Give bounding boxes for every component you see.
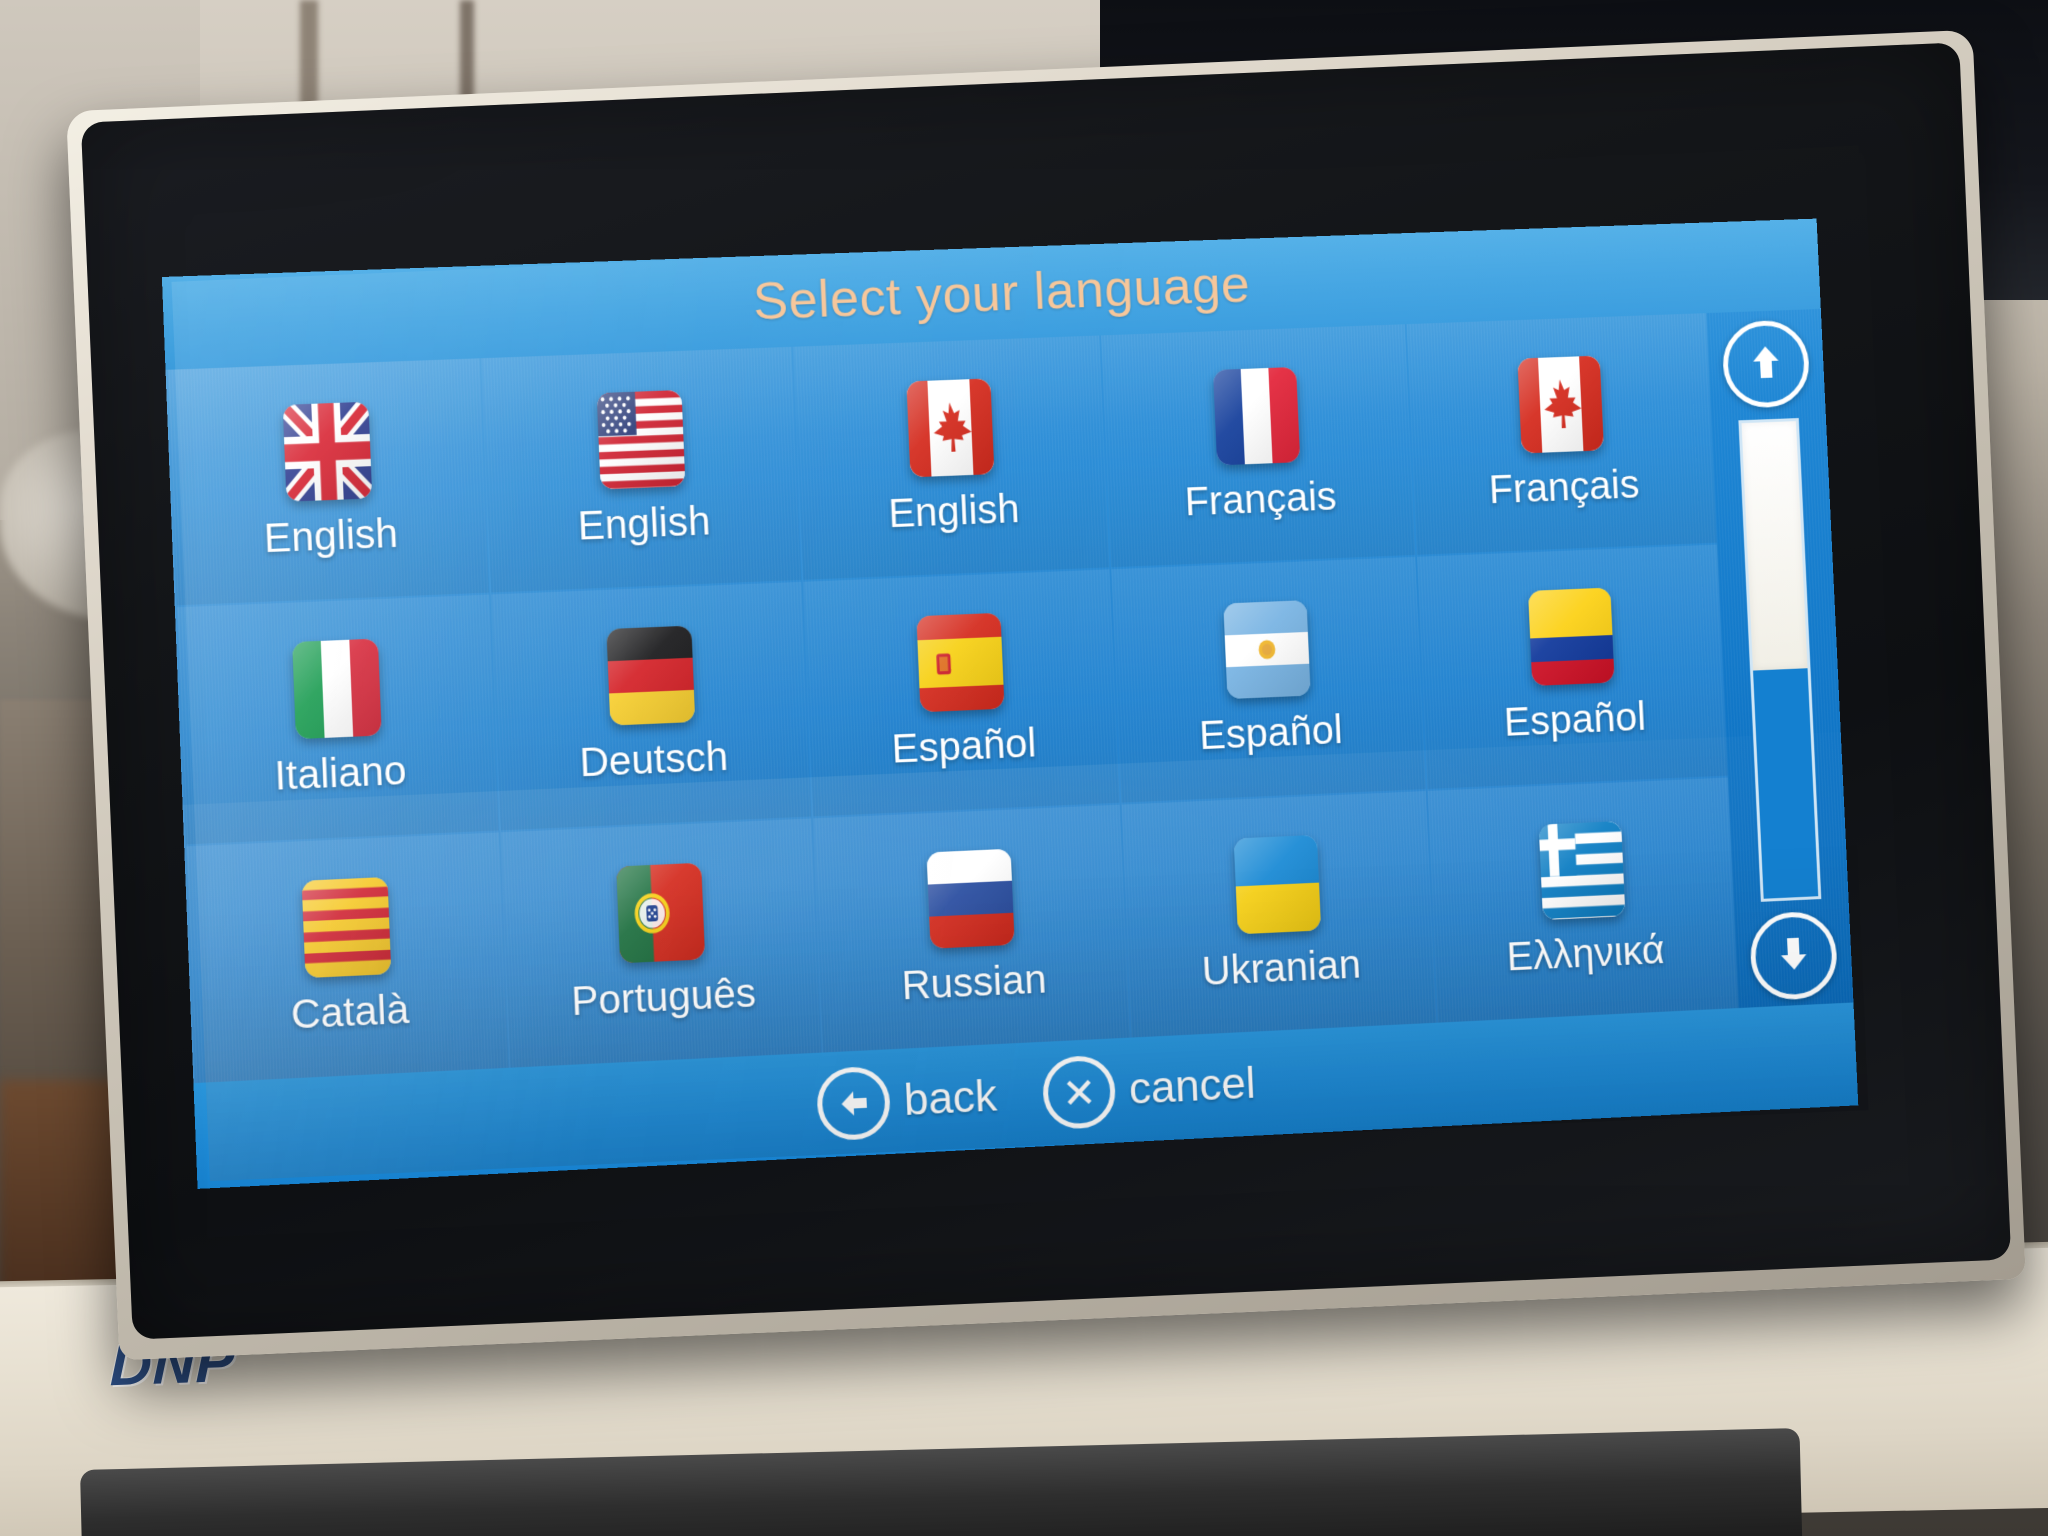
russia-flag	[926, 848, 1015, 949]
lcd-screen: Select your language English English Eng…	[161, 218, 1859, 1189]
france-flag	[1213, 367, 1301, 466]
language-grid: English English English Français Françai…	[165, 313, 1739, 1084]
language-cell[interactable]: Español	[803, 569, 1120, 817]
canada-flag	[1517, 355, 1604, 454]
touchscreen-monitor: Select your language English English Eng…	[40, 29, 2026, 1361]
language-cell[interactable]: Ελληνικά	[1427, 777, 1739, 1023]
canada-flag	[906, 379, 995, 478]
language-label: Ελληνικά	[1505, 928, 1666, 980]
content-area: English English English Français Françai…	[165, 308, 1854, 1084]
language-label: Russian	[900, 957, 1048, 1009]
language-label: Español	[890, 721, 1038, 773]
language-label: Español	[1198, 708, 1344, 759]
cancel-button[interactable]: cancel	[1041, 1048, 1258, 1131]
greece-flag	[1538, 820, 1626, 920]
arrow-up-icon	[1746, 341, 1787, 387]
language-cell[interactable]: Català	[186, 832, 509, 1083]
scroll-thumb[interactable]	[1741, 421, 1808, 671]
language-cell[interactable]: English	[482, 346, 802, 593]
language-label: Català	[290, 987, 411, 1038]
language-cell[interactable]: Français	[1101, 324, 1415, 568]
language-label: Ukranian	[1201, 942, 1362, 994]
language-cell[interactable]: Español	[1416, 544, 1728, 789]
page-title: Select your language	[751, 255, 1252, 332]
language-label: Français	[1488, 462, 1641, 513]
photo-scene: DNP Select your language English English…	[0, 0, 2048, 1536]
language-label: Italiano	[273, 749, 408, 800]
back-button[interactable]: back	[815, 1060, 999, 1142]
language-cell[interactable]: English	[793, 335, 1110, 581]
close-circle-icon	[1041, 1054, 1117, 1131]
language-cell[interactable]: Italiano	[176, 594, 500, 845]
colombia-flag	[1527, 588, 1615, 687]
back-button-label: back	[902, 1071, 999, 1126]
cancel-button-label: cancel	[1127, 1058, 1257, 1114]
language-label: English	[263, 511, 399, 562]
language-cell[interactable]: Deutsch	[491, 582, 812, 830]
catalonia-flag	[301, 876, 392, 978]
scroll-down-button[interactable]	[1748, 910, 1839, 1002]
arrow-down-icon	[1773, 933, 1814, 979]
portugal-flag	[615, 862, 705, 964]
arrow-left-circle-icon	[815, 1065, 892, 1142]
language-label: Español	[1503, 695, 1647, 746]
united-kingdom-flag	[282, 401, 373, 502]
language-label: Deutsch	[578, 735, 729, 786]
language-cell[interactable]: Français	[1406, 313, 1717, 556]
united-states-flag	[596, 390, 686, 490]
language-label: Français	[1183, 474, 1338, 525]
argentina-flag	[1223, 600, 1312, 700]
germany-flag	[605, 626, 695, 727]
language-cell[interactable]: Ukranian	[1121, 790, 1436, 1038]
scroll-track[interactable]	[1738, 418, 1822, 902]
language-cell[interactable]: Russian	[813, 804, 1130, 1053]
language-cell[interactable]: English	[167, 358, 490, 606]
language-select-app: Select your language English English Eng…	[161, 218, 1859, 1189]
language-cell[interactable]: Español	[1111, 557, 1426, 803]
language-cell[interactable]: Português	[501, 818, 822, 1068]
language-label: English	[887, 487, 1021, 537]
language-label: Português	[570, 970, 757, 1025]
spain-flag	[916, 613, 1005, 713]
italy-flag	[292, 639, 382, 740]
scroll-up-button[interactable]	[1721, 319, 1811, 410]
language-label: English	[576, 499, 712, 549]
ukraine-flag	[1234, 834, 1322, 935]
